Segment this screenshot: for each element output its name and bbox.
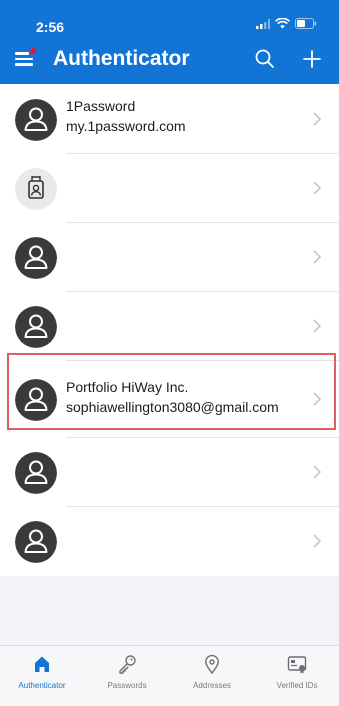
notification-dot [30,48,36,54]
person-icon [15,379,57,421]
account-row[interactable] [0,292,339,361]
account-detail: my.1password.com [66,118,186,134]
account-name: 1Password [66,98,136,114]
menu-button[interactable] [15,48,36,66]
account-detail: sophiawellington3080@gmail.com [66,399,279,415]
hamburger-line [15,52,29,55]
add-account-button[interactable] [299,46,325,72]
battery-icon [295,18,317,29]
status-icons [256,18,317,29]
key-icon [119,655,136,674]
person-icon [15,452,57,494]
tab-label: Verified IDs [276,681,318,690]
id-card-icon [287,656,307,674]
search-icon [255,49,274,68]
search-button[interactable] [252,46,278,72]
tab-bar: Authenticator Passwords Addresses Verifi… [0,645,339,706]
person-icon [15,521,57,563]
app-header: 2:56 Authenticator [0,0,339,84]
tab-addresses[interactable]: Addresses [170,646,254,706]
person-icon [15,306,57,348]
wifi-icon [275,18,290,29]
tab-authenticator[interactable]: Authenticator [0,646,84,706]
account-row[interactable] [0,223,339,292]
hamburger-line [15,57,33,60]
account-name: Portfolio HiWay Inc. [66,379,189,395]
chevron-right-icon [313,250,322,264]
chevron-right-icon [313,319,322,333]
account-list: 1Password my.1password.com Portfolio HiW… [0,84,339,576]
status-time: 2:56 [36,19,65,35]
person-icon [15,237,57,279]
cellular-signal-icon [256,18,270,29]
tab-label: Passwords [107,681,147,690]
account-row[interactable] [0,507,339,576]
tab-verified-ids[interactable]: Verified IDs [255,646,339,706]
plus-icon [303,50,321,68]
home-icon [35,656,49,672]
tab-label: Addresses [193,681,231,690]
account-row[interactable] [0,154,339,223]
tab-label: Authenticator [18,681,66,690]
chevron-right-icon [313,534,322,548]
account-row[interactable]: Portfolio HiWay Inc. sophiawellington308… [0,361,339,438]
badge-icon [15,168,57,210]
hamburger-line [15,63,33,66]
account-row[interactable]: 1Password my.1password.com [0,85,339,154]
chevron-right-icon [313,392,322,406]
chevron-right-icon [313,112,322,126]
location-pin-icon [205,654,219,675]
person-icon [15,99,57,141]
account-row[interactable] [0,438,339,507]
chevron-right-icon [313,181,322,195]
page-title: Authenticator [53,47,190,70]
chevron-right-icon [313,465,322,479]
tab-passwords[interactable]: Passwords [85,646,169,706]
